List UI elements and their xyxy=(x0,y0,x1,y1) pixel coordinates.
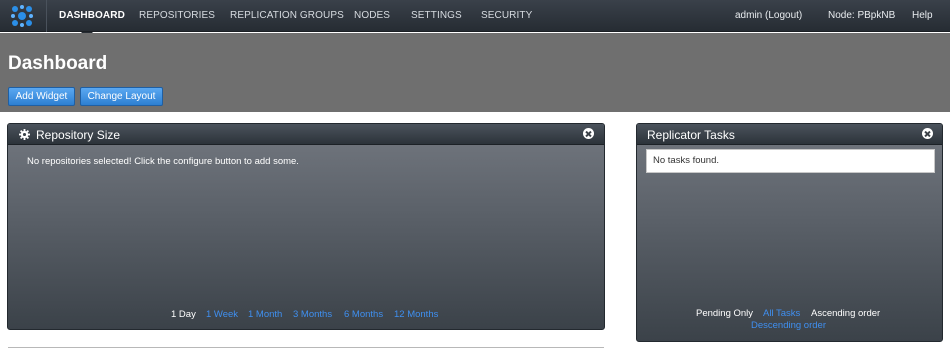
widget-header: Repository Size xyxy=(8,124,604,145)
help-link[interactable]: Help xyxy=(912,0,933,32)
logo-icon[interactable] xyxy=(10,4,34,28)
nav-item-settings[interactable]: SETTINGS xyxy=(411,0,462,32)
task-list: No tasks found. xyxy=(646,149,935,173)
range-3-months[interactable]: 3 Months xyxy=(293,309,332,320)
nav-item-nodes[interactable]: NODES xyxy=(354,0,390,32)
page-header: Dashboard Add Widget Change Layout xyxy=(0,33,950,112)
node-label: Node: PBpkNB xyxy=(828,10,896,21)
page-title: Dashboard xyxy=(8,53,108,74)
nav-item-security[interactable]: SECURITY xyxy=(481,0,532,32)
pending-only-filter[interactable]: Pending Only xyxy=(696,308,753,319)
range-1-month[interactable]: 1 Month xyxy=(248,309,282,320)
descending-order-sort[interactable]: Descending order xyxy=(751,320,826,331)
range-6-months[interactable]: 6 Months xyxy=(344,309,383,320)
add-widget-button[interactable]: Add Widget xyxy=(8,87,75,106)
repository-size-widget: Repository Size No repositories selected… xyxy=(7,123,605,330)
nav-item-dashboard[interactable]: DASHBOARD xyxy=(59,0,125,32)
nav-item-repositories[interactable]: REPOSITORIES xyxy=(139,0,215,32)
nav-divider xyxy=(46,0,47,32)
close-icon[interactable] xyxy=(583,128,594,139)
user-name: admin xyxy=(735,10,763,21)
range-1-week[interactable]: 1 Week xyxy=(206,309,238,320)
gear-icon[interactable] xyxy=(19,129,30,140)
ascending-order-sort[interactable]: Ascending order xyxy=(811,308,880,319)
empty-tasks-message: No tasks found. xyxy=(653,155,720,166)
close-icon[interactable] xyxy=(922,128,933,139)
empty-message: No repositories selected! Click the conf… xyxy=(27,156,299,167)
nav-item-replication-groups[interactable]: REPLICATION GROUPS xyxy=(230,0,344,32)
range-1-day[interactable]: 1 Day xyxy=(171,309,196,320)
widget-title: Repository Size xyxy=(36,128,121,142)
range-12-months[interactable]: 12 Months xyxy=(394,309,438,320)
widget-title: Replicator Tasks xyxy=(647,128,735,142)
logout-link[interactable]: (Logout) xyxy=(765,0,802,32)
widget-header: Replicator Tasks xyxy=(637,124,942,145)
top-nav: DASHBOARD REPOSITORIES REPLICATION GROUP… xyxy=(0,0,950,32)
all-tasks-filter[interactable]: All Tasks xyxy=(763,308,800,319)
change-layout-button[interactable]: Change Layout xyxy=(80,87,163,106)
replicator-tasks-widget: Replicator Tasks No tasks found. Pending… xyxy=(636,123,943,342)
